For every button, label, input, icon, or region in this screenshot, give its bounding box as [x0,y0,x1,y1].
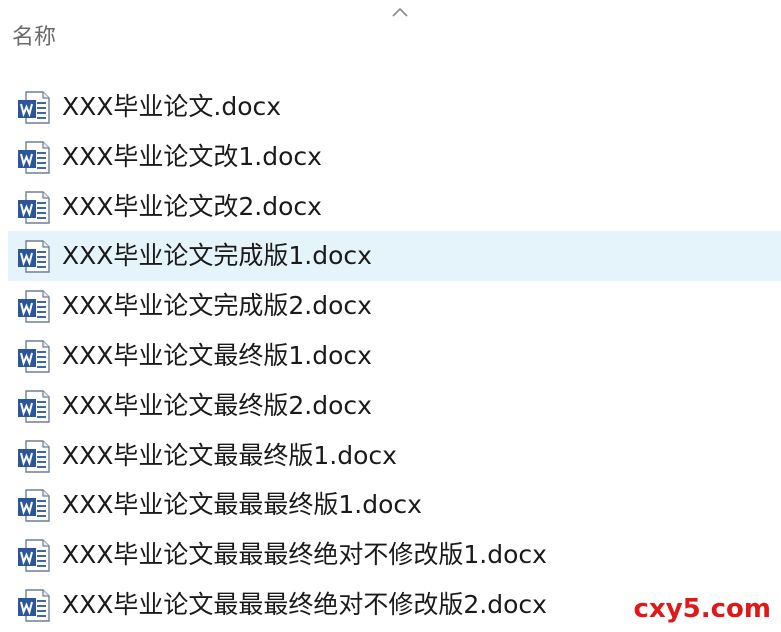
file-row[interactable]: XXX毕业论文完成版2.docx [8,281,781,331]
file-name: XXX毕业论文最最终版1.docx [62,440,397,470]
file-row[interactable]: XXX毕业论文最最最终版1.docx [8,480,781,530]
file-name: XXX毕业论文完成版2.docx [62,291,372,321]
file-list: XXX毕业论文.docx XXX毕业论文改1.docx XXX毕业论文改2.do… [8,82,781,630]
file-name: XXX毕业论文最最最终绝对不修改版2.docx [62,589,547,619]
file-row[interactable]: XXX毕业论文最终版1.docx [8,331,781,381]
file-row[interactable]: XXX毕业论文改2.docx [8,182,781,232]
file-row[interactable]: XXX毕业论文.docx [8,82,781,132]
word-doc-icon [18,240,50,274]
word-doc-icon [18,340,50,373]
file-row[interactable]: XXX毕业论文改1.docx [8,132,781,182]
word-doc-icon [18,489,50,523]
file-row[interactable]: XXX毕业论文最终版2.docx [8,381,781,431]
file-name: XXX毕业论文改2.docx [62,191,322,221]
word-doc-icon [18,589,50,622]
file-row[interactable]: XXX毕业论文最最最终绝对不修改版1.docx [8,530,781,580]
file-name: XXX毕业论文改1.docx [62,141,322,171]
column-header-name[interactable]: 名称 [12,22,56,54]
word-doc-icon [18,290,50,323]
word-doc-icon [18,439,50,473]
word-doc-icon [18,390,50,423]
word-doc-icon [18,91,50,124]
file-name: XXX毕业论文最终版2.docx [62,390,372,420]
file-row[interactable]: XXX毕业论文最最终版1.docx [8,431,781,481]
file-name: XXX毕业论文最最最终绝对不修改版1.docx [62,540,547,570]
chevron-up-icon[interactable] [390,4,410,20]
watermark: cxy5.com [633,594,771,624]
word-doc-icon [18,190,50,224]
file-name: XXX毕业论文.docx [62,92,282,121]
file-row[interactable]: XXX毕业论文完成版1.docx [8,231,781,282]
file-name: XXX毕业论文最终版1.docx [62,340,372,370]
word-doc-icon [18,539,50,572]
word-doc-icon [18,141,50,174]
file-name: XXX毕业论文最最最终版1.docx [62,490,422,520]
file-name: XXX毕业论文完成版1.docx [62,241,372,271]
